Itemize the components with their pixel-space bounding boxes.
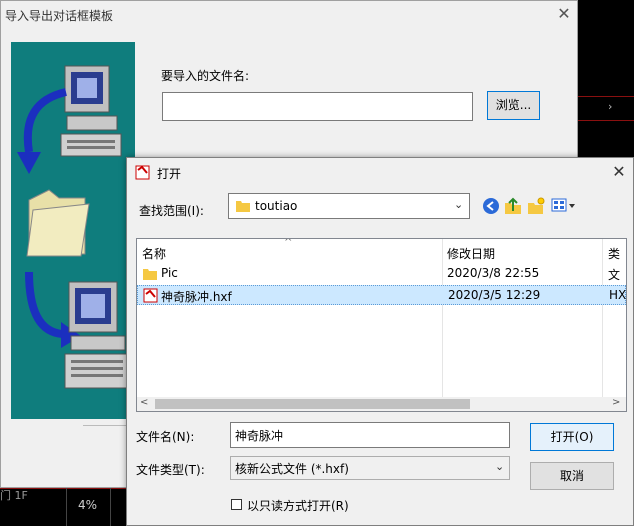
cancel-button[interactable]: 取消 (530, 462, 614, 490)
look-in-dropdown[interactable]: toutiao ⌄ (228, 193, 470, 219)
background-label: 门 1F (0, 489, 28, 502)
file-list[interactable]: ^ 名称 修改日期 类 Pic 2020/3/8 22:55 文 神奇脉冲.hx… (136, 238, 627, 412)
folder-icon (143, 269, 157, 280)
file-row-selected[interactable]: 神奇脉冲.hxf 2020/3/5 12:29 HX (137, 285, 626, 305)
file-date: 2020/3/5 12:29 (448, 288, 541, 302)
file-row[interactable]: Pic 2020/3/8 22:55 文 (137, 264, 626, 284)
dialog-title: 打开 (157, 167, 182, 181)
readonly-checkbox[interactable] (231, 499, 242, 510)
dialog-title: 导入导出对话框模板 (5, 9, 114, 23)
column-header-date[interactable]: 修改日期 (447, 245, 495, 262)
close-icon[interactable]: ✕ (609, 162, 629, 182)
chart-gridline (0, 488, 126, 489)
computer-icon (60, 65, 122, 157)
file-type-label: 文件类型(T): (136, 463, 205, 477)
browse-button[interactable]: 浏览... (487, 91, 540, 120)
column-header-name[interactable]: 名称 (142, 245, 166, 262)
open-file-dialog: 打开 ✕ 查找范围(I): toutiao ⌄ ^ 名称 修改日期 类 Pic … (126, 157, 634, 526)
scroll-left-icon[interactable]: < (140, 397, 148, 408)
file-date: 2020/3/8 22:55 (447, 266, 540, 280)
file-name-label: 文件名(N): (136, 430, 195, 444)
folder-icon (236, 201, 250, 212)
hxf-file-icon (143, 288, 158, 303)
file-name: Pic (161, 266, 178, 280)
divider (66, 488, 67, 526)
file-name-label: 要导入的文件名: (161, 69, 250, 83)
column-divider[interactable] (442, 239, 443, 397)
horizontal-scrollbar[interactable]: < > (137, 397, 626, 411)
new-folder-icon[interactable] (527, 197, 545, 215)
up-folder-icon[interactable] (504, 197, 522, 215)
divider (110, 488, 111, 526)
chart-gridline (578, 96, 634, 97)
readonly-label[interactable]: 以只读方式打开(R) (247, 497, 349, 514)
chart-gridline (578, 120, 634, 121)
chevron-down-icon[interactable]: ⌄ (495, 460, 504, 473)
look-in-label: 查找范围(I): (139, 204, 204, 218)
file-type: 文 (608, 268, 621, 282)
file-type-select[interactable]: 核新公式文件 (*.hxf) ⌄ (230, 456, 510, 480)
chevron-down-icon[interactable]: ⌄ (454, 198, 463, 211)
import-illustration (11, 42, 135, 419)
scroll-right-icon[interactable]: > (612, 397, 620, 408)
chevron-right-icon[interactable]: › (608, 100, 612, 113)
close-icon[interactable]: ✕ (554, 4, 574, 24)
file-path-input[interactable] (162, 92, 473, 121)
column-divider[interactable] (602, 239, 603, 397)
scrollbar-thumb[interactable] (155, 399, 470, 409)
file-name-input[interactable]: 神奇脉冲 (230, 422, 510, 448)
file-name: 神奇脉冲.hxf (161, 290, 232, 304)
file-type: HX (609, 288, 627, 302)
folder-icon (26, 189, 90, 257)
view-menu-icon[interactable] (551, 197, 577, 215)
open-button[interactable]: 打开(O) (530, 423, 614, 451)
file-type-value: 核新公式文件 (*.hxf) (235, 462, 349, 476)
back-icon[interactable] (482, 197, 500, 215)
percent-value: 4% (78, 498, 98, 512)
sort-ascending-icon: ^ (284, 238, 293, 248)
column-header-type[interactable]: 类 (608, 245, 620, 262)
look-in-value: toutiao (255, 199, 298, 213)
app-icon (135, 165, 150, 180)
